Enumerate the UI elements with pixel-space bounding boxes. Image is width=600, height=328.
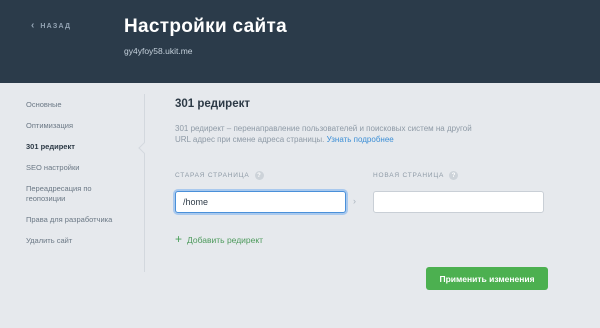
sidebar-item-301-redirect[interactable]: 301 редирект (26, 142, 136, 152)
section-description: 301 редирект – перенаправление пользоват… (175, 123, 475, 145)
plus-icon: + (175, 232, 183, 246)
page-header: ‹ НАЗАД Настройки сайта gy4yfoy58.ukit.m… (0, 0, 600, 83)
sidebar-divider (144, 94, 145, 272)
description-text: 301 редирект – перенаправление пользоват… (175, 124, 472, 144)
back-label: НАЗАД (40, 23, 72, 30)
old-page-label: СТАРАЯ СТРАНИЦА ? (175, 171, 264, 180)
section-title: 301 редирект (175, 98, 250, 110)
old-page-input[interactable] (175, 191, 346, 213)
sidebar-item-optimization[interactable]: Оптимизация (26, 121, 136, 131)
sidebar-item-geo-redirect[interactable]: Переадресация по геопозиции (26, 184, 108, 204)
sidebar-item-delete-site[interactable]: Удалить сайт (26, 236, 136, 246)
new-page-input[interactable] (373, 191, 544, 213)
learn-more-link[interactable]: Узнать подробнее (327, 135, 394, 144)
old-page-label-text: СТАРАЯ СТРАНИЦА (175, 172, 250, 179)
sidebar-item-basic[interactable]: Основные (26, 100, 136, 110)
active-item-indicator (138, 142, 150, 154)
page-title: Настройки сайта (124, 16, 287, 37)
sidebar-item-developer-rights[interactable]: Права для разработчика (26, 215, 136, 225)
new-page-label-text: НОВАЯ СТРАНИЦА (373, 172, 445, 179)
apply-changes-button[interactable]: Применить изменения (426, 267, 548, 290)
chevron-right-icon: › (353, 196, 356, 206)
site-domain: gy4yfoy58.ukit.me (124, 46, 193, 56)
sidebar-item-seo[interactable]: SEO настройки (26, 163, 136, 173)
back-link[interactable]: ‹ НАЗАД (31, 20, 72, 31)
help-icon[interactable]: ? (254, 171, 264, 180)
new-page-label: НОВАЯ СТРАНИЦА ? (373, 171, 459, 180)
chevron-left-icon: ‹ (31, 20, 35, 31)
settings-sidebar: Основные Оптимизация 301 редирект SEO на… (26, 100, 136, 246)
add-redirect-button[interactable]: + Добавить редирект (175, 232, 264, 246)
help-icon[interactable]: ? (449, 171, 459, 180)
add-redirect-label: Добавить редирект (187, 234, 264, 245)
